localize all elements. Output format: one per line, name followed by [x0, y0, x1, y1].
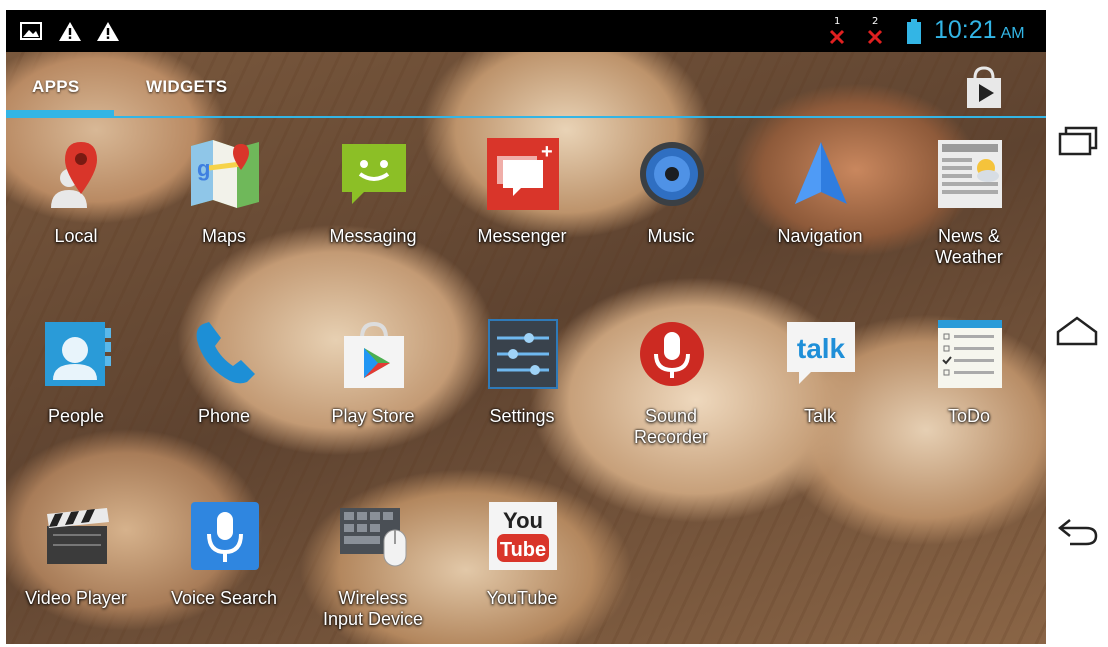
navigation-icon [795, 142, 847, 204]
svg-text:+: + [541, 141, 553, 163]
youtube-icon: You Tube [489, 502, 557, 570]
video-player-icon [47, 508, 109, 564]
app-label: Messenger [477, 226, 567, 246]
app-messaging[interactable]: Messaging [303, 138, 443, 288]
sound-recorder-icon [640, 322, 704, 386]
wireless-input-device-icon [340, 508, 407, 567]
clock-time: 10:21 [934, 16, 997, 44]
sim2-no-signal-icon: 2 [866, 16, 884, 46]
home-icon[interactable] [1054, 312, 1100, 352]
voice-search-icon [191, 502, 259, 570]
svg-text:g: g [197, 156, 210, 181]
app-label: People [47, 406, 105, 426]
music-icon [640, 142, 704, 206]
recent-apps-icon[interactable] [1054, 122, 1100, 162]
clock-ampm: AM [1000, 25, 1025, 42]
app-music[interactable]: Music [601, 138, 741, 288]
news-weather-icon [938, 140, 1002, 208]
app-phone[interactable]: Phone [154, 318, 294, 468]
settings-icon [488, 319, 558, 389]
warning-icon [59, 22, 81, 41]
back-icon[interactable] [1054, 512, 1100, 552]
app-label: Maps [201, 226, 246, 246]
app-messenger[interactable]: + Messenger [452, 138, 592, 288]
device-frame: 1 2 10:21 AM APPS WIDGETS Local g Maps M… [0, 0, 1108, 647]
app-label: Play Store [331, 406, 415, 426]
app-wireless-input-device[interactable]: Wireless Input Device [303, 500, 443, 644]
app-news-weather[interactable]: News & Weather [899, 138, 1039, 288]
messaging-icon [342, 144, 406, 204]
play-store-icon [344, 321, 404, 388]
tab-divider [6, 116, 1046, 118]
battery-icon [907, 19, 921, 44]
no-signal-x-icon [867, 29, 883, 45]
app-label: Talk [803, 406, 836, 426]
app-settings[interactable]: Settings [452, 318, 592, 468]
gallery-notification-icon [20, 22, 42, 40]
youtube-logo-tube: Tube [500, 539, 546, 561]
talk-logo-text: talk [797, 333, 846, 364]
app-label: Video Player [25, 588, 127, 608]
app-local[interactable]: Local [6, 138, 146, 288]
tab-widgets[interactable]: WIDGETS [146, 77, 227, 97]
status-clock: 10:21 AM [934, 16, 1025, 45]
app-label: YouTube [486, 588, 558, 608]
maps-icon: g [191, 140, 259, 208]
app-maps[interactable]: g Maps [154, 138, 294, 288]
app-label: Sound Recorder [633, 406, 709, 447]
tab-apps[interactable]: APPS [32, 77, 80, 97]
app-video-player[interactable]: Video Player [6, 500, 146, 644]
talk-icon: talk [787, 322, 855, 384]
sim1-label: 1 [834, 16, 841, 27]
no-signal-x-icon [829, 29, 845, 45]
app-youtube[interactable]: You Tube YouTube [452, 500, 592, 644]
warning-icon [97, 22, 119, 41]
status-bar: 1 2 10:21 AM [6, 10, 1046, 52]
app-label: ToDo [947, 406, 991, 426]
app-label: Navigation [777, 226, 863, 246]
app-label: Phone [197, 406, 251, 426]
todo-icon [938, 320, 1002, 388]
app-talk[interactable]: talk Talk [750, 318, 890, 468]
drawer-tab-bar: APPS WIDGETS [6, 52, 1046, 118]
sim1-no-signal-icon: 1 [828, 16, 846, 46]
app-label: Music [647, 226, 695, 246]
app-label: Messaging [329, 226, 417, 246]
app-voice-search[interactable]: Voice Search [154, 500, 294, 644]
app-navigation[interactable]: Navigation [750, 138, 890, 288]
app-sound-recorder[interactable]: Sound Recorder [601, 318, 741, 468]
app-play-store[interactable]: Play Store [303, 318, 443, 468]
phone-icon [196, 322, 255, 384]
people-icon [45, 322, 111, 386]
sim2-label: 2 [872, 16, 879, 27]
app-label: Wireless Input Device [322, 588, 424, 629]
app-label: Voice Search [170, 588, 278, 608]
app-label: Settings [489, 406, 555, 426]
app-people[interactable]: People [6, 318, 146, 468]
youtube-logo-you: You [503, 508, 543, 533]
messenger-icon: + [487, 138, 559, 210]
local-pin-icon [51, 142, 97, 208]
app-drawer-screen: 1 2 10:21 AM APPS WIDGETS Local g Maps M… [6, 10, 1046, 644]
play-store-bag-icon[interactable] [961, 64, 1007, 110]
system-nav-bar [1046, 0, 1108, 647]
app-todo[interactable]: ToDo [899, 318, 1039, 468]
app-label: News & Weather [935, 226, 1003, 267]
app-label: Local [54, 226, 98, 246]
